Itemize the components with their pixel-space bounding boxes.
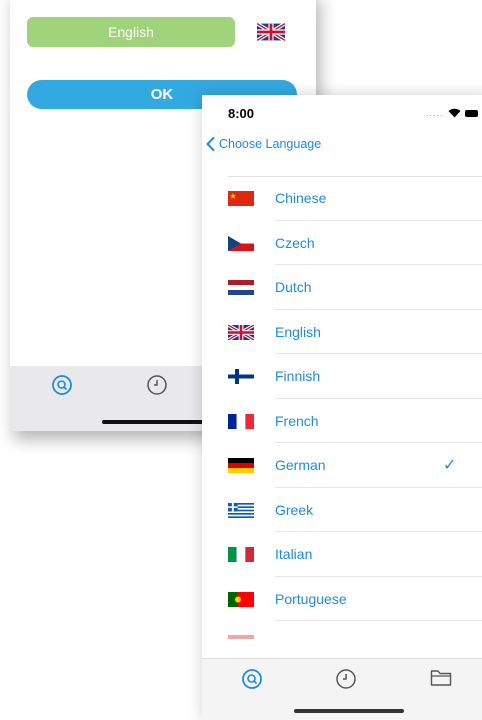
history-icon[interactable] <box>146 374 168 396</box>
france-flag-icon <box>228 413 254 429</box>
chevron-left-icon <box>206 137 215 151</box>
back-button[interactable]: Choose Language <box>206 137 321 151</box>
history-icon[interactable] <box>335 668 357 690</box>
search-icon[interactable] <box>241 668 263 690</box>
czech-flag-icon <box>228 235 254 251</box>
signal-dots: ..... <box>426 108 444 118</box>
tab-bar <box>202 658 482 720</box>
selected-language-label: English <box>108 24 154 40</box>
language-label: Portuguese <box>275 590 347 607</box>
ok-label: OK <box>150 86 174 103</box>
battery-icon <box>464 109 478 117</box>
partial-flag-icon <box>228 635 254 639</box>
italy-flag-icon <box>228 547 254 562</box>
language-list: Chinese Czech Dutch English Finnish Fren… <box>202 176 482 621</box>
language-label: German <box>275 457 326 473</box>
row-divider <box>275 620 482 621</box>
language-label: Chinese <box>275 190 327 206</box>
language-label: Finnish <box>275 368 321 384</box>
language-row-chinese[interactable]: Chinese <box>202 176 482 221</box>
germany-flag-icon <box>228 458 254 473</box>
selected-language-button[interactable]: English <box>27 17 235 47</box>
language-row-french[interactable]: French <box>202 399 482 443</box>
language-label: English <box>275 323 321 340</box>
wifi-icon <box>448 108 461 118</box>
language-row-dutch[interactable]: Dutch <box>202 265 482 310</box>
netherlands-flag-icon <box>228 280 254 295</box>
language-row-finnish[interactable]: Finnish <box>202 354 482 399</box>
status-time: 8:00 <box>228 106 255 121</box>
search-icon[interactable] <box>51 374 73 396</box>
language-row-czech[interactable]: Czech <box>202 221 482 265</box>
portugal-flag-icon <box>228 591 254 607</box>
language-label: Italian <box>275 546 313 562</box>
language-label: Czech <box>275 234 315 251</box>
folder-icon[interactable] <box>430 669 452 687</box>
china-flag-icon <box>228 191 254 206</box>
status-icons: ..... <box>426 108 478 118</box>
finland-flag-icon <box>228 369 254 384</box>
greece-flag-icon <box>228 502 254 518</box>
uk-flag-icon <box>257 23 285 41</box>
language-label: Dutch <box>275 279 312 295</box>
language-row-italian[interactable]: Italian <box>202 532 482 577</box>
language-row-greek[interactable]: Greek <box>202 488 482 532</box>
language-picker-screen: 8:00 ..... Choose Language Chinese Czech… <box>202 95 482 720</box>
language-row-german[interactable]: German ✓ <box>202 443 482 488</box>
language-label: French <box>275 412 319 429</box>
uk-flag-icon <box>228 324 254 340</box>
checkmark-icon: ✓ <box>443 457 457 474</box>
home-indicator <box>294 709 404 713</box>
back-button-label: Choose Language <box>219 137 322 151</box>
language-row-portuguese[interactable]: Portuguese <box>202 577 482 621</box>
language-label: Greek <box>275 501 314 518</box>
language-row-english[interactable]: English <box>202 310 482 354</box>
